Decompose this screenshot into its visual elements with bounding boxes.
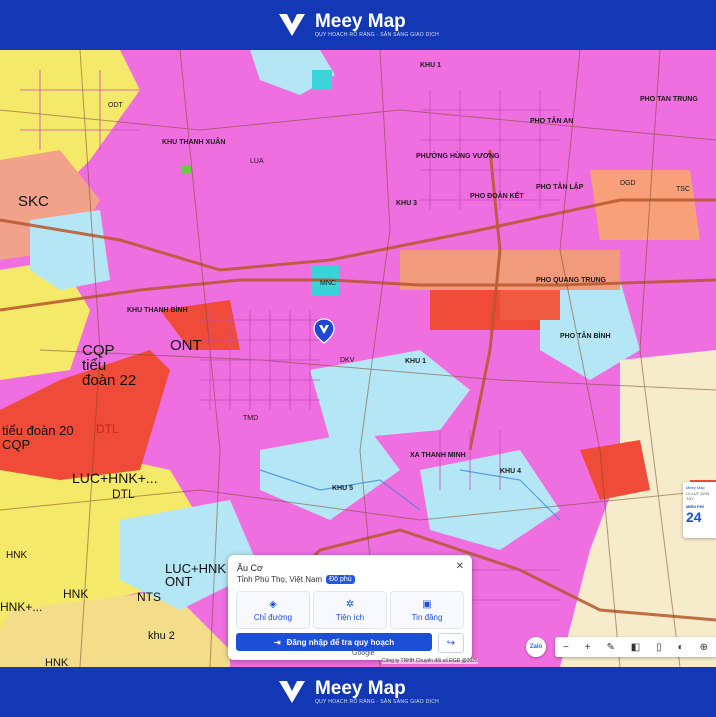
- popup-location: Tỉnh Phú Thọ, Việt Nam: [237, 575, 323, 584]
- map-label-phuong-hung-vuong: PHƯỜNG HÙNG VƯƠNG: [416, 153, 500, 160]
- bottom-footer-bar: Meey Map QUY HOẠCH RÕ RÀNG - SẴN SÀNG GI…: [0, 667, 716, 717]
- map-label-pho-tan-lap: PHO TÂN LẬP: [536, 184, 584, 191]
- map-label-nts: NTS: [137, 590, 161, 604]
- footer-brand: Meey Map QUY HOẠCH RÕ RÀNG - SẴN SÀNG GI…: [277, 679, 439, 705]
- amenities-button[interactable]: ✲ Tiện ích: [313, 591, 387, 629]
- map-label-khu1: KHU 1: [420, 62, 442, 69]
- directions-label: Chỉ đường: [253, 612, 293, 622]
- map-label-luc-hnk: LUC+HNK+...: [72, 470, 158, 486]
- location-popup: Âu Cơ ✕ Tỉnh Phú Thọ, Việt Nam Độ phủ ◈ …: [228, 555, 472, 660]
- map-label-hnk-plus: HNK+...: [0, 600, 43, 614]
- top-header-bar: Meey Map QUY HOẠCH RÕ RÀNG - SẴN SÀNG GI…: [0, 0, 716, 50]
- map-label-dgd: DGD: [620, 180, 636, 187]
- map-label-khu-thanh-xuan: KHU THANH XUÂN: [162, 139, 226, 146]
- draw-icon[interactable]: ✎: [606, 642, 614, 653]
- map-label-khu3: KHU 3: [396, 200, 418, 207]
- map-label-pho-doan-ket: PHO ĐOÀN KẾT: [470, 193, 524, 200]
- promo-line-2: Lũ LỤT SƠN TÂY: [686, 491, 710, 501]
- meey-logo-icon: [278, 14, 305, 36]
- opacity-icon[interactable]: ◐: [678, 642, 684, 653]
- popup-title: Âu Cơ: [237, 563, 263, 573]
- map-label-pho-tan-trung: PHO TAN TRUNG: [640, 96, 698, 103]
- footer-brand-name: Meey Map: [314, 677, 406, 699]
- location-pin-icon[interactable]: [313, 318, 335, 344]
- map-attribution: Công ty TNHH Chuyển đổi số ĐGĐ @2025: [382, 658, 478, 664]
- brand-name: Meey Map: [314, 10, 406, 32]
- map-label-dkv: DKV: [340, 357, 355, 364]
- footer-brand-tagline: QUY HOẠCH RÕ RÀNG - SẴN SÀNG GIAO DỊCH: [314, 698, 440, 705]
- zalo-button[interactable]: Zalo: [526, 637, 546, 657]
- popup-location-row: Tỉnh Phú Thọ, Việt Nam Độ phủ: [237, 575, 355, 584]
- login-label: Đăng nhập để tra quy hoạch: [286, 637, 395, 647]
- map-label-khu-thanh-binh: KHU THANH BÌNH: [127, 307, 188, 314]
- map-label-ont: ONT: [170, 337, 202, 354]
- listings-label: Tin đăng: [411, 612, 443, 622]
- map-toolbar: − + ✎ ◧ ▯ ◐ ⊕: [555, 637, 716, 657]
- map-label-luc-hnk-ont: LUC+HNK ONT: [165, 561, 227, 589]
- map-label-khu5: KHU 5: [332, 485, 354, 492]
- map-label-khu4: KHU 4: [500, 468, 522, 475]
- map-label-mnc: MNC: [320, 280, 336, 287]
- map-label-khu1b: KHU 1: [405, 358, 427, 365]
- meey-logo-icon: [278, 681, 305, 703]
- map-label-pho-quang-trung: PHO QUANG TRUNG: [536, 277, 606, 284]
- map-label-hnk-left: HNK: [6, 550, 28, 561]
- promo-line-1: Meey Map: [686, 485, 705, 490]
- close-icon[interactable]: ✕: [456, 561, 464, 572]
- map-label-tsc: TSC: [676, 186, 690, 193]
- listings-icon: ▣: [422, 598, 432, 610]
- map-label-tieu-doan-20: tiểu đoàn 20 CQP: [2, 423, 74, 452]
- map-label-pho-tan-an: PHO TÂN AN: [530, 118, 574, 125]
- brand-tagline: QUY HOẠCH RÕ RÀNG - SẴN SÀNG GIAO DỊCH: [314, 31, 440, 38]
- map-label-cqp-tieu-doan-22: CQP tiểu đoàn 22: [82, 342, 137, 389]
- directions-icon: ◈: [269, 598, 277, 610]
- map-label-dtl-1: DTL: [96, 422, 119, 436]
- ruler-icon[interactable]: ▯: [656, 642, 662, 653]
- map-label-odt: ODT: [108, 102, 123, 109]
- share-icon: ↪: [446, 637, 456, 649]
- map-label-hnk-2: HNK: [45, 657, 69, 667]
- map-label-tmd: TMD: [243, 415, 259, 422]
- map-label-khu-2: khu 2: [148, 630, 175, 642]
- amenities-icon: ✲: [345, 598, 355, 610]
- zoom-in-button[interactable]: +: [585, 642, 591, 653]
- login-button[interactable]: ⇥ Đăng nhập để tra quy hoạch: [236, 633, 432, 651]
- zoom-out-button[interactable]: −: [563, 642, 569, 653]
- promo-line-4: 24: [686, 509, 702, 525]
- promo-line-3: MIỀN PHÍ: [686, 504, 704, 509]
- layer-split-icon[interactable]: ◧: [631, 642, 640, 653]
- map-label-dtl-2: DTL: [112, 487, 135, 501]
- map-label-pho-tan-binh: PHO TÂN BÌNH: [560, 333, 611, 340]
- listings-button[interactable]: ▣ Tin đăng: [390, 591, 464, 629]
- map-label-hnk-1: HNK: [63, 587, 89, 601]
- amenities-label: Tiện ích: [335, 612, 365, 622]
- coverage-badge[interactable]: Độ phủ: [326, 575, 355, 584]
- map-label-skc: SKC: [18, 193, 49, 210]
- share-button[interactable]: ↪: [438, 633, 464, 653]
- planning-map[interactable]: SKC ONT CQP tiểu đoàn 22 tiểu đoàn 20 CQ…: [0, 50, 716, 667]
- directions-button[interactable]: ◈ Chỉ đường: [236, 591, 310, 629]
- google-logo: Google: [352, 650, 375, 657]
- promo-side-card[interactable]: Meey Map Lũ LỤT SƠN TÂY MIỀN PHÍ 24: [683, 482, 716, 538]
- login-icon: ⇥: [273, 637, 281, 647]
- brand: Meey Map QUY HOẠCH RÕ RÀNG - SẴN SÀNG GI…: [277, 12, 439, 38]
- map-label-xa-thanh-minh: XA THANH MINH: [410, 452, 466, 459]
- locate-icon[interactable]: ⊕: [700, 642, 708, 653]
- map-label-lua: LUA: [250, 158, 264, 165]
